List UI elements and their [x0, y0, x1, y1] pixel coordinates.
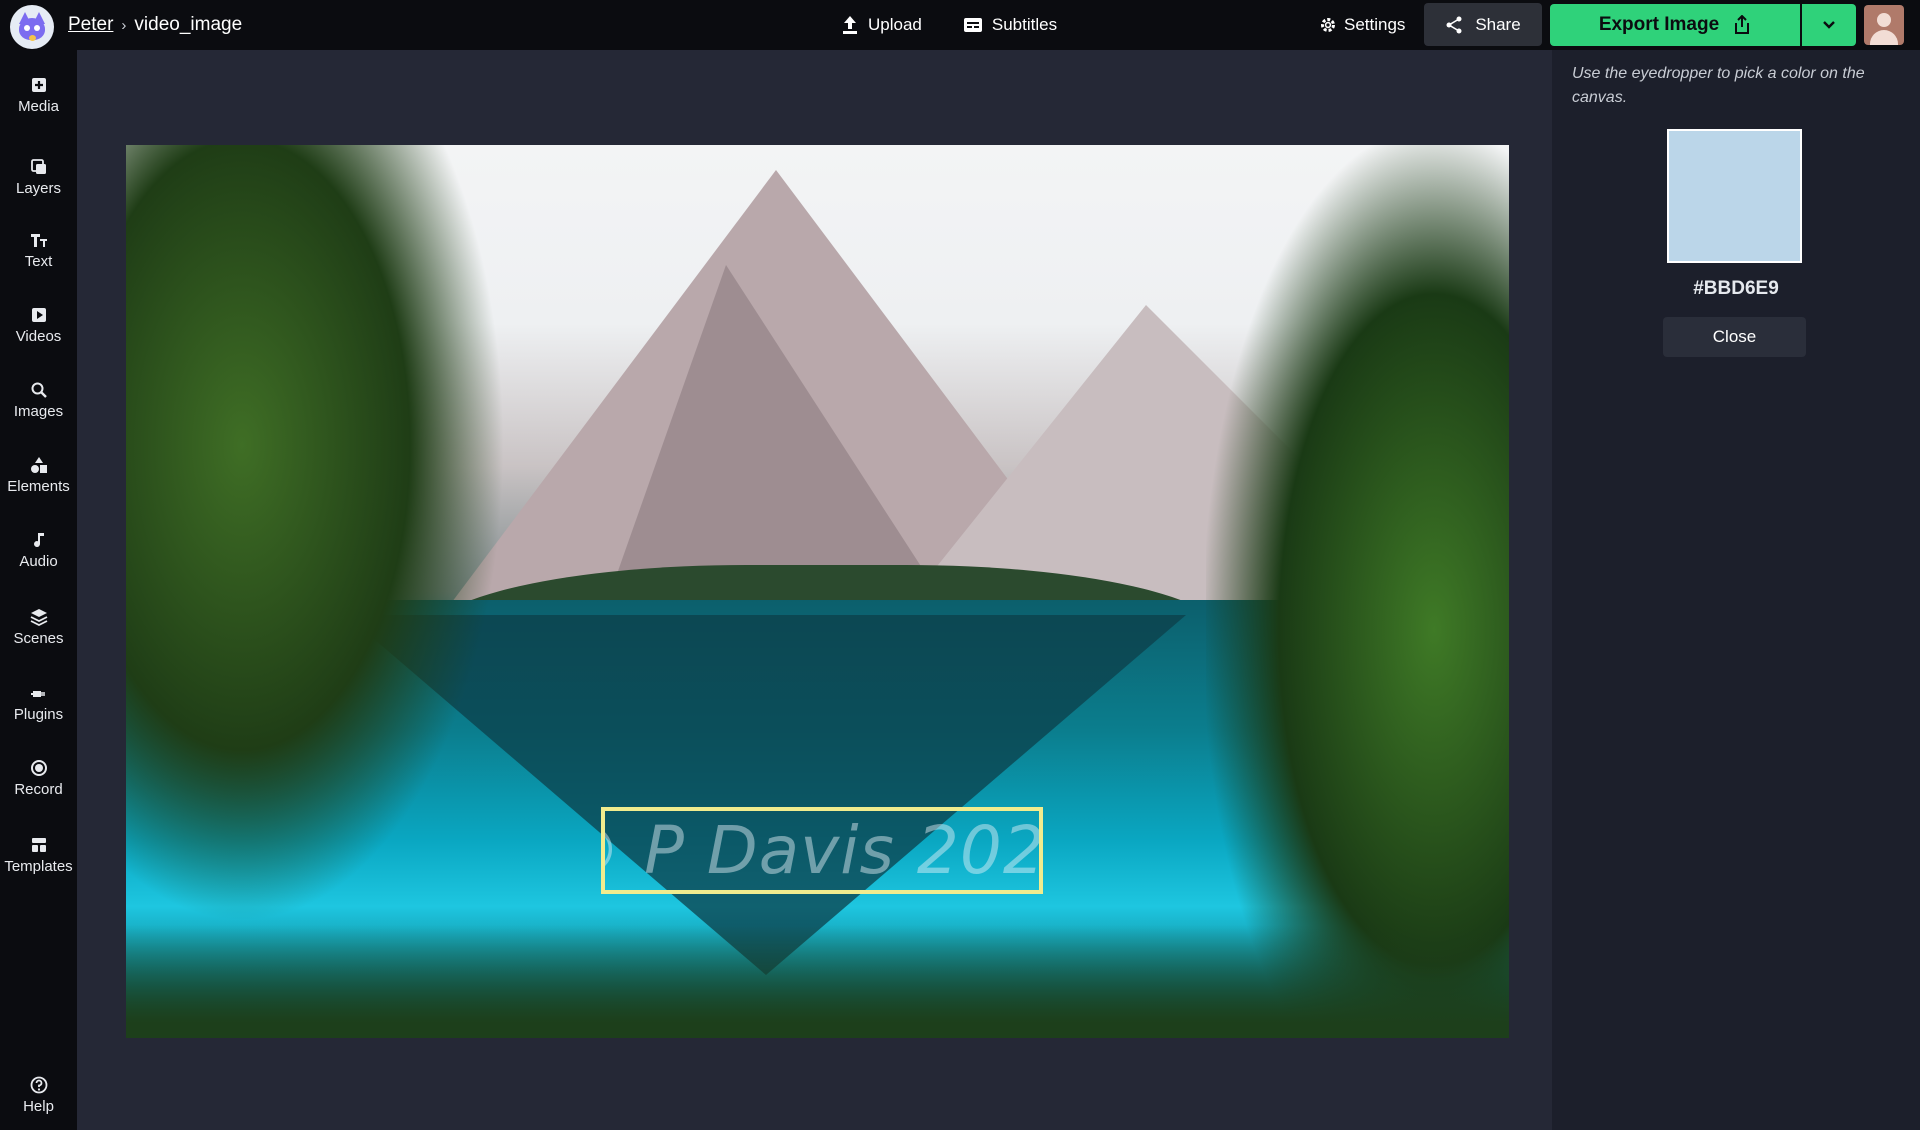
sidebar-item-label: Videos [15, 328, 62, 345]
sidebar-item-text[interactable]: Text [0, 230, 77, 270]
canvas-image[interactable] [126, 145, 1509, 1038]
share-icon [1446, 16, 1462, 33]
breadcrumb-user-link[interactable]: Peter [68, 14, 113, 36]
sidebar-item-videos[interactable]: Videos [0, 305, 77, 345]
close-button[interactable]: Close [1663, 317, 1806, 357]
logo-beak [29, 35, 36, 41]
app-logo[interactable] [10, 5, 54, 49]
plug-icon [30, 691, 45, 697]
search-icon [31, 382, 47, 398]
media-add-icon [31, 78, 46, 92]
sidebar-item-label: Layers [15, 180, 62, 197]
share-button[interactable]: Share [1424, 3, 1542, 46]
sidebar-item-media[interactable]: Media [0, 75, 77, 115]
shapes-icon [30, 457, 47, 473]
logo-eye-left [24, 25, 30, 31]
sidebar-item-plugins[interactable]: Plugins [0, 683, 77, 723]
picked-color-swatch [1667, 129, 1802, 263]
text-icon [30, 234, 47, 247]
tree-bottom [126, 925, 1509, 1038]
project-title[interactable]: video_image [134, 14, 242, 36]
record-icon [30, 760, 47, 776]
share-label: Share [1475, 14, 1521, 34]
stack-icon [30, 609, 47, 627]
sidebar-item-scenes[interactable]: Scenes [0, 607, 77, 647]
avatar-head [1877, 13, 1891, 27]
top-bar: Peter › video_image Upload Subtitles Set… [0, 0, 1920, 50]
sidebar-item-label: Images [13, 403, 64, 420]
export-options-dropdown[interactable] [1802, 4, 1856, 46]
upload-button[interactable]: Upload [842, 15, 922, 35]
subtitles-icon [963, 18, 982, 32]
export-upload-icon [1735, 15, 1750, 34]
sidebar-item-label: Record [14, 781, 63, 798]
subtitles-button[interactable]: Subtitles [963, 15, 1058, 35]
help-label: Help [23, 1098, 54, 1115]
user-avatar[interactable] [1864, 5, 1904, 45]
sidebar-item-label: Scenes [13, 630, 64, 647]
sidebar-item-templates[interactable]: Templates [0, 835, 77, 875]
video-icon [31, 308, 46, 322]
chevron-down-icon [1823, 21, 1835, 29]
sidebar-item-record[interactable]: Record [0, 758, 77, 798]
picked-color-hex: #BBD6E9 [1693, 278, 1779, 299]
top-center-actions: Upload Subtitles [842, 0, 1057, 50]
eyedropper-hint: Use the eyedropper to pick a color on th… [1572, 65, 1865, 106]
upload-icon [843, 16, 857, 34]
sidebar-item-images[interactable]: Images [0, 380, 77, 420]
tree-left [126, 145, 506, 925]
mountain-shadow [606, 265, 946, 605]
upload-label: Upload [868, 15, 922, 34]
sidebar-item-layers[interactable]: Layers [0, 157, 77, 197]
sidebar-item-elements[interactable]: Elements [0, 455, 77, 495]
breadcrumb-separator: › [121, 16, 127, 34]
left-sidebar: Media Layers Text Videos Images Elements… [0, 50, 77, 1130]
layers-icon [30, 159, 46, 174]
color-picker-panel: Use the eyedropper to pick a color on th… [1552, 50, 1920, 1130]
avatar-body [1870, 30, 1898, 45]
sidebar-item-label: Media [18, 98, 59, 115]
settings-label: Settings [1344, 15, 1406, 34]
logo-eye-right [34, 25, 40, 31]
help-icon [30, 1076, 47, 1094]
sidebar-item-audio[interactable]: Audio [0, 530, 77, 570]
tree-right [1206, 145, 1509, 1035]
export-label: Export Image [1598, 14, 1720, 35]
music-note-icon [33, 533, 44, 548]
sidebar-item-label: Templates [4, 858, 73, 875]
sidebar-item-label: Text [24, 253, 53, 270]
sidebar-item-label: Elements [7, 478, 70, 495]
templates-icon [31, 838, 46, 852]
settings-button[interactable]: Settings [1320, 0, 1405, 50]
sidebar-item-label: Audio [19, 553, 58, 570]
breadcrumb: Peter › video_image [68, 0, 242, 50]
gear-icon [1321, 18, 1335, 32]
export-image-button[interactable]: Export Image [1550, 4, 1800, 46]
sidebar-item-help[interactable]: Help [0, 1075, 77, 1115]
subtitles-label: Subtitles [991, 15, 1058, 34]
sidebar-item-label: Plugins [13, 706, 64, 723]
watermark-text-layer[interactable]: © P Davis 2021 [601, 807, 1043, 894]
